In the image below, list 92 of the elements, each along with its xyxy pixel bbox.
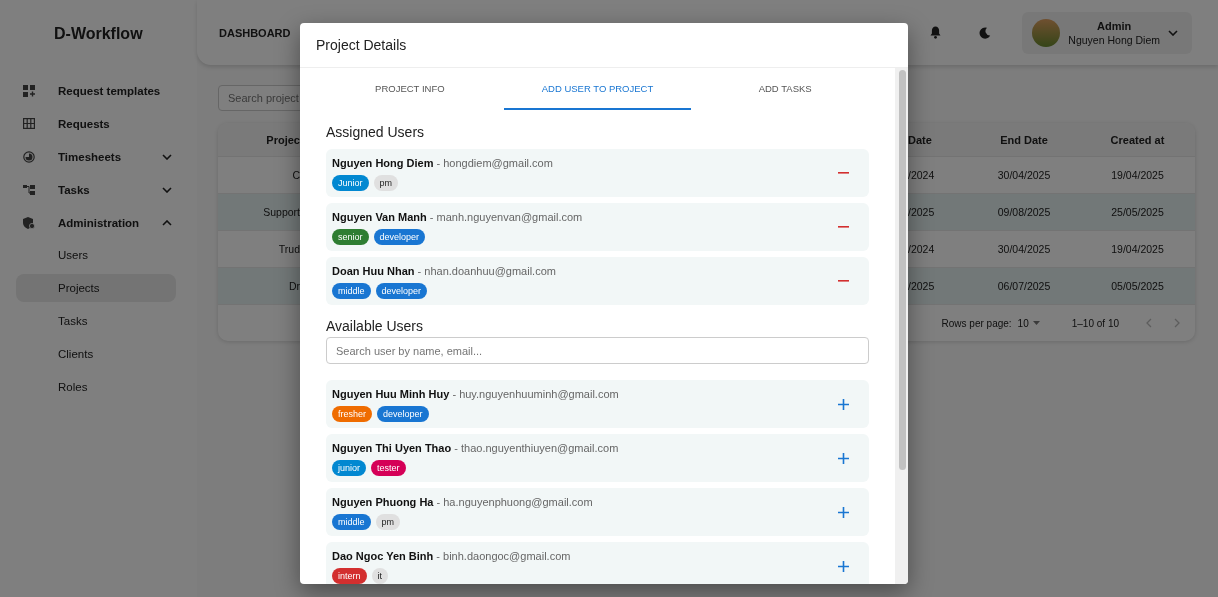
user-menu[interactable]: Admin Nguyen Hong Diem [1022, 11, 1192, 54]
page-title: DASHBOARD [219, 26, 292, 39]
user-name-email: Nguyen Thi Uyen Thao - thao.nguyenthiuyen@gmail.com [332, 441, 620, 456]
dropdown-icon [1032, 321, 1040, 325]
scrollbar[interactable] [895, 68, 908, 584]
table-cell-text: 06/07/2025 [996, 280, 1052, 292]
table-cell-text: /2025 [908, 280, 936, 292]
role-tag: developer [373, 229, 426, 245]
role-tag: developer [375, 283, 428, 299]
sidebar-item[interactable]: Administration [0, 206, 197, 239]
role-tag: intern [332, 568, 367, 584]
role-tag: middle [332, 514, 371, 530]
section-heading: Available Users [326, 317, 424, 335]
user-name-email: Nguyen Phuong Ha - ha.nguyenphuong@gmail.com [332, 495, 594, 510]
sidebar-item[interactable]: Timesheets [0, 140, 197, 173]
plus-icon [837, 506, 849, 518]
table-cell-text: 30/04/2025 [996, 243, 1052, 255]
user-name: Nguyen Hong Diem [1068, 33, 1160, 46]
shield-icon [23, 216, 35, 229]
role-tag: fresher [332, 406, 372, 422]
column-header: Projec [265, 133, 300, 146]
bell-icon[interactable] [929, 26, 941, 39]
sidebar-subitem[interactable]: Roles [16, 373, 176, 401]
user-name-email: Nguyen Hong Diem - hongdiem@gmail.com [332, 156, 554, 171]
user-name-email: Nguyen Van Manh - manh.nguyenvan@gmail.com [332, 210, 584, 225]
table-cell-text: 30/04/2025 [996, 169, 1052, 181]
table-cell-text: Dr [287, 280, 300, 292]
table-cell-text: /2024 [908, 243, 936, 255]
tab[interactable]: ADD TASKS [691, 68, 879, 110]
user-name-email: Nguyen Huu Minh Huy - huy.nguyenhuuminh@gmail.com [332, 387, 620, 402]
sidebar-label: Tasks [58, 183, 91, 196]
table-icon [23, 118, 35, 129]
moon-icon[interactable] [979, 26, 992, 39]
table-cell-text: 19/04/2025 [1110, 243, 1165, 255]
chevron-icon [162, 186, 172, 193]
role-tag: Junior [332, 175, 369, 191]
user-search-field[interactable]: Search user by name, email... [326, 337, 869, 364]
tree-icon [23, 183, 35, 196]
role-tag: tester [371, 460, 406, 476]
sidebar-label: Administration [58, 216, 141, 229]
minus-icon [837, 172, 849, 174]
role-tag: pm [375, 514, 401, 530]
sidebar-item[interactable]: Requests [0, 107, 197, 140]
table-cell-text: Support [262, 206, 300, 218]
sidebar-label: Request templates [58, 84, 162, 97]
section-heading: Assigned Users [326, 123, 426, 141]
table-cell-text: 19/04/2025 [1110, 169, 1165, 181]
app-brand: D-Workflow [53, 24, 144, 44]
role-tag: junior [332, 460, 366, 476]
plus-icon [837, 452, 849, 464]
minus-icon [837, 280, 849, 282]
table-cell-text: 05/05/2025 [1110, 280, 1165, 292]
sidebar-subitem[interactable]: Projects [16, 274, 176, 302]
sidebar-label: Requests [58, 117, 111, 130]
role-tag: it [371, 568, 388, 584]
table-cell-text: C [291, 169, 300, 181]
role-tag: middle [332, 283, 371, 299]
minus-icon [837, 226, 849, 228]
page-range: 1–10 of 10 [1071, 317, 1119, 329]
chevron-icon [162, 153, 172, 160]
chevron-icon [1168, 29, 1178, 36]
column-header: Date [908, 133, 933, 146]
role-tag: pm [373, 175, 399, 191]
tab[interactable]: PROJECT INFO [316, 68, 504, 110]
sidebar-label: Timesheets [58, 150, 123, 163]
avatar-photo-placeholder [1032, 18, 1061, 47]
clock-icon [23, 150, 35, 163]
sidebar-item[interactable]: Request templates [0, 74, 197, 107]
role-tag: developer [377, 406, 429, 422]
table-cell-text: 25/05/2025 [1110, 206, 1165, 218]
rows-per-page-label: Rows per page: [941, 317, 1012, 329]
sidebar-subitem[interactable]: Users [16, 241, 176, 269]
chevron-icon [162, 219, 172, 226]
user-name-email: Doan Huu Nhan - nhan.doanhuu@gmail.com [332, 264, 557, 279]
sidebar-subitem[interactable]: Tasks [16, 307, 176, 335]
column-header: Created at [1109, 133, 1166, 146]
column-header: End Date [999, 133, 1049, 146]
plus-icon [837, 398, 849, 410]
user-name-email: Dao Ngoc Yen Binh - binh.daongoc@gmail.com [332, 549, 572, 564]
role-tag: senior [332, 229, 369, 245]
grid-plus-icon [23, 84, 35, 97]
table-cell-text: Trud [277, 243, 300, 255]
plus-icon [837, 560, 849, 572]
dialog-title: Project Details [300, 23, 908, 68]
user-role: Admin [1097, 19, 1132, 32]
table-cell-text: /2025 [908, 206, 936, 218]
sidebar-item[interactable]: Tasks [0, 173, 197, 206]
table-cell-text: 09/08/2025 [996, 206, 1052, 218]
sidebar-subitem[interactable]: Clients [16, 340, 176, 368]
table-cell-text: /2024 [908, 169, 936, 181]
tab[interactable]: ADD USER TO PROJECT [503, 68, 692, 110]
rows-per-page-select[interactable]: 10 [1017, 317, 1040, 329]
